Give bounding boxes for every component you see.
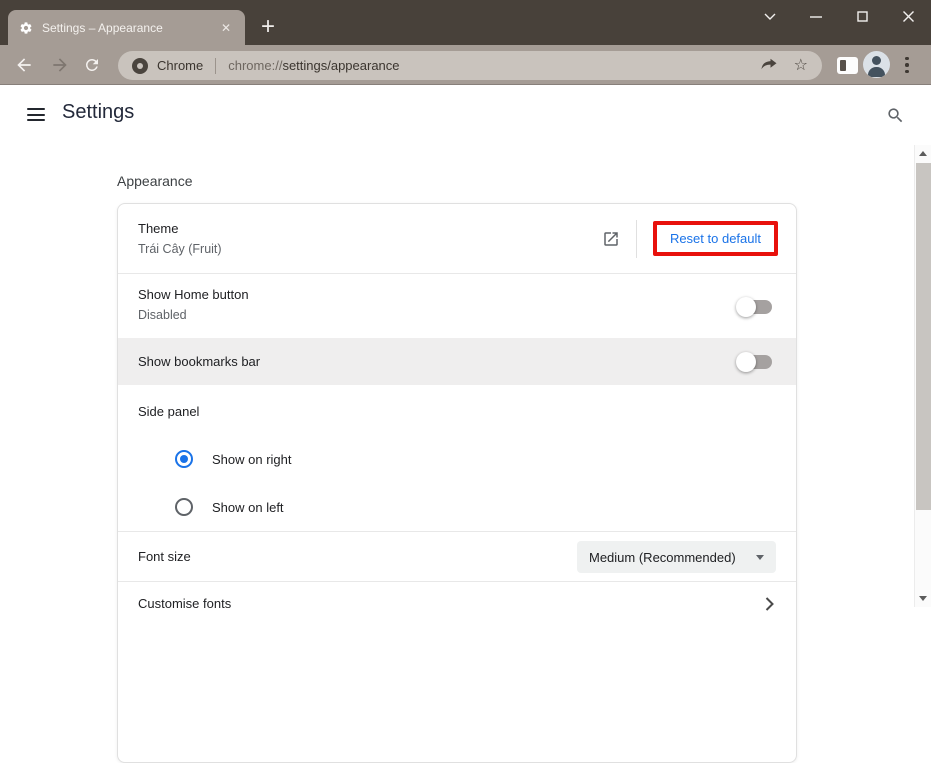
show-home-button-row[interactable]: Show Home button Disabled: [118, 273, 796, 338]
address-bar[interactable]: Chrome chrome://settings/appearance ☆: [118, 51, 822, 80]
font-size-value: Medium (Recommended): [589, 550, 736, 565]
appearance-card: Theme Trái Cây (Fruit) Reset to default …: [117, 203, 797, 763]
show-home-toggle[interactable]: [739, 300, 772, 314]
settings-page: Settings Appearance Theme Trái Cây (Frui…: [0, 85, 931, 607]
option-label: Show on left: [212, 500, 284, 515]
page-scrollbar[interactable]: [914, 145, 931, 607]
side-panel-section: Side panel Show on right Show on left: [118, 385, 796, 531]
window-titlebar: Settings – Appearance ✕ +: [0, 0, 931, 45]
search-icon[interactable]: [884, 104, 906, 126]
customise-fonts-label: Customise fonts: [138, 596, 776, 611]
forward-icon: [48, 53, 72, 77]
reload-icon[interactable]: [80, 53, 104, 77]
show-bookmarks-label: Show bookmarks bar: [138, 354, 260, 369]
scroll-up-icon[interactable]: [919, 151, 927, 156]
hamburger-menu-icon[interactable]: [27, 108, 45, 121]
url-scheme: chrome://: [228, 58, 282, 73]
side-panel-icon[interactable]: [837, 57, 858, 74]
show-bookmarks-toggle[interactable]: [739, 355, 772, 369]
site-label: Chrome: [157, 58, 203, 73]
tab-title: Settings – Appearance: [42, 21, 209, 35]
url-path: settings/appearance: [282, 58, 399, 73]
external-link-icon[interactable]: [602, 230, 620, 248]
font-size-row: Font size Medium (Recommended): [118, 531, 796, 581]
reset-to-default-button[interactable]: Reset to default: [670, 231, 761, 246]
page-title: Settings: [62, 101, 134, 124]
back-icon[interactable]: [12, 53, 36, 77]
side-panel-option-right[interactable]: Show on right: [175, 435, 292, 483]
scrollbar-thumb[interactable]: [916, 163, 931, 510]
theme-row[interactable]: Theme Trái Cây (Fruit) Reset to default: [118, 204, 796, 273]
radio-unselected-icon[interactable]: [175, 498, 193, 516]
side-panel-label: Side panel: [138, 404, 199, 419]
side-panel-option-left[interactable]: Show on left: [175, 483, 284, 531]
maximize-icon[interactable]: [839, 0, 885, 33]
omnibox-separator: [215, 58, 216, 74]
close-icon[interactable]: [885, 0, 931, 33]
tab-close-icon[interactable]: ✕: [217, 19, 235, 37]
scroll-down-icon[interactable]: [919, 596, 927, 601]
option-label: Show on right: [212, 452, 292, 467]
url-text[interactable]: chrome://settings/appearance: [228, 58, 399, 73]
show-home-status: Disabled: [138, 308, 776, 322]
profile-avatar[interactable]: [863, 51, 890, 78]
chrome-logo-icon: [132, 58, 148, 74]
dropdown-caret-icon: [756, 555, 764, 560]
section-label: Appearance: [117, 173, 193, 189]
customise-fonts-row[interactable]: Customise fonts: [118, 581, 796, 631]
show-home-label: Show Home button: [138, 287, 776, 302]
annotation-highlight-box: Reset to default: [653, 221, 778, 256]
radio-selected-icon[interactable]: [175, 450, 193, 468]
font-size-select[interactable]: Medium (Recommended): [577, 541, 776, 573]
vertical-divider: [636, 220, 637, 258]
browser-tab[interactable]: Settings – Appearance ✕: [8, 10, 245, 45]
show-bookmarks-bar-row[interactable]: Show bookmarks bar: [118, 338, 796, 385]
new-tab-button[interactable]: +: [252, 11, 284, 43]
window-controls: [747, 0, 931, 33]
share-icon[interactable]: [760, 56, 778, 75]
tab-search-chevron-icon[interactable]: [747, 0, 793, 33]
browser-toolbar: Chrome chrome://settings/appearance ☆: [0, 45, 931, 85]
browser-menu-icon[interactable]: [899, 53, 915, 77]
gear-favicon-icon: [18, 20, 34, 36]
bookmark-star-icon[interactable]: ☆: [794, 58, 808, 74]
minimize-icon[interactable]: [793, 0, 839, 33]
